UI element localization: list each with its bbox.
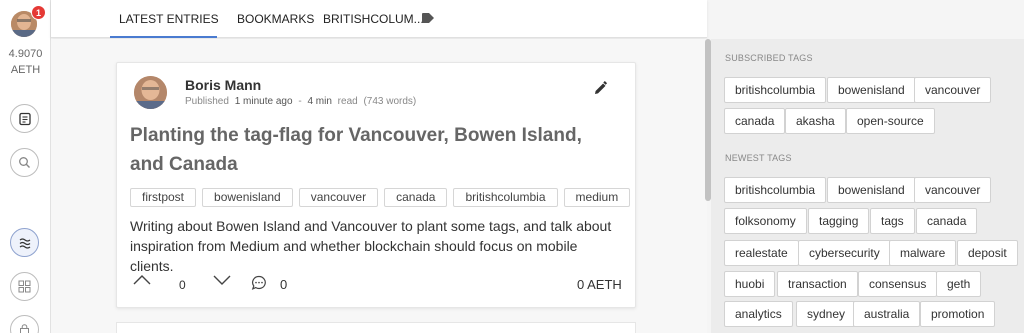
search-icon <box>19 157 30 168</box>
newest-tag[interactable]: tagging <box>808 208 870 234</box>
entry-excerpt: Writing about Bowen Island and Vancouver… <box>130 218 612 274</box>
newest-tag[interactable]: australia <box>853 301 921 327</box>
lock-button[interactable] <box>10 315 39 333</box>
entry-tag[interactable]: bowenisland <box>202 188 293 207</box>
stream-icon <box>19 237 30 249</box>
newest-tag[interactable]: promotion <box>920 301 996 327</box>
author-avatar[interactable] <box>134 76 167 109</box>
upvote-icon[interactable] <box>133 274 151 286</box>
tab-latest-entries[interactable]: LATEST ENTRIES <box>110 0 219 38</box>
vote-score: 0 <box>179 278 186 292</box>
subscribed-tag[interactable]: vancouver <box>914 77 992 103</box>
edit-icon[interactable] <box>593 81 608 96</box>
comment-icon[interactable] <box>251 275 267 291</box>
balance: 4.9070 AETH <box>0 46 51 78</box>
newest-tag[interactable]: deposit <box>957 240 1018 266</box>
subscribed-tag[interactable]: bowenisland <box>827 77 916 103</box>
newest-tag[interactable]: malware <box>889 240 957 266</box>
newest-tag[interactable]: consensus <box>858 271 938 297</box>
newest-tag[interactable]: vancouver <box>914 177 992 203</box>
downvote-icon[interactable] <box>213 274 231 286</box>
drafts-icon <box>18 112 31 125</box>
newest-tag[interactable]: cybersecurity <box>798 240 891 266</box>
next-entry-card[interactable] <box>116 322 636 333</box>
newest-tag[interactable]: huobi <box>724 271 776 297</box>
newest-tag[interactable]: canada <box>916 208 978 234</box>
newest-tag[interactable]: transaction <box>777 271 858 297</box>
top-tab-bar: LATEST ENTRIES BOOKMARKS BRITISHCOLUM... <box>51 0 707 38</box>
newest-tag[interactable]: realestate <box>724 240 799 266</box>
entry-title[interactable]: Planting the tag-flag for Vancouver, Bow… <box>130 121 610 179</box>
subscribed-tag[interactable]: canada <box>724 108 786 134</box>
apps-icon <box>18 280 31 293</box>
drafts-button[interactable] <box>10 104 39 133</box>
newest-tag[interactable]: sydney <box>796 301 857 327</box>
newest-tag[interactable]: tags <box>870 208 915 234</box>
author-name[interactable]: Boris Mann <box>185 77 261 93</box>
notification-badge: 1 <box>31 5 46 20</box>
read-time: 4 min <box>307 96 332 107</box>
subscribed-tag[interactable]: akasha <box>785 108 846 134</box>
subscribed-tags-title: SUBSCRIBED TAGS <box>725 53 813 63</box>
entry-meta: Published 1 minute ago - 4 min read (743… <box>185 96 419 107</box>
entry-balance: 0 AETH <box>577 277 622 292</box>
balance-value: 4.9070 <box>8 48 43 60</box>
subscribed-tag[interactable]: open-source <box>846 108 935 134</box>
tab-britishcolumbia[interactable]: BRITISHCOLUM... <box>323 0 424 38</box>
lock-icon <box>20 324 29 333</box>
read-label: read <box>337 96 358 107</box>
search-button[interactable] <box>10 148 39 177</box>
tab-bookmarks[interactable]: BOOKMARKS <box>237 0 314 38</box>
entry-tag[interactable]: medium <box>563 188 631 207</box>
newest-tag[interactable]: bowenisland <box>827 177 916 203</box>
published-label: Published <box>185 96 229 107</box>
stream-button[interactable] <box>10 228 39 257</box>
newest-tag[interactable]: britishcolumbia <box>724 177 827 203</box>
entry-tag[interactable]: britishcolumbia <box>453 188 558 207</box>
entry-tag[interactable]: firstpost <box>130 188 197 207</box>
entry-tags: firstpost bowenisland vancouver canada b… <box>130 188 631 207</box>
newest-tags-title: NEWEST TAGS <box>725 153 792 163</box>
meta-separator: - <box>298 96 302 107</box>
balance-unit: AETH <box>10 64 41 76</box>
word-count: (743 words) <box>363 96 417 107</box>
entry-tag[interactable]: vancouver <box>298 188 379 207</box>
apps-button[interactable] <box>10 272 39 301</box>
tag-icon[interactable] <box>421 12 435 24</box>
published-time: 1 minute ago <box>234 96 293 107</box>
newest-tag[interactable]: geth <box>936 271 982 297</box>
comment-count: 0 <box>280 277 288 292</box>
entry-card[interactable]: Boris Mann Published 1 minute ago - 4 mi… <box>116 62 636 308</box>
left-rail: 1 4.9070 AETH <box>0 0 51 333</box>
user-avatar-button[interactable]: 1 <box>11 5 46 37</box>
newest-tag[interactable]: folksonomy <box>724 208 807 234</box>
subscribed-tag[interactable]: britishcolumbia <box>724 77 827 103</box>
newest-tag[interactable]: analytics <box>724 301 793 327</box>
entry-tag[interactable]: canada <box>384 188 448 207</box>
